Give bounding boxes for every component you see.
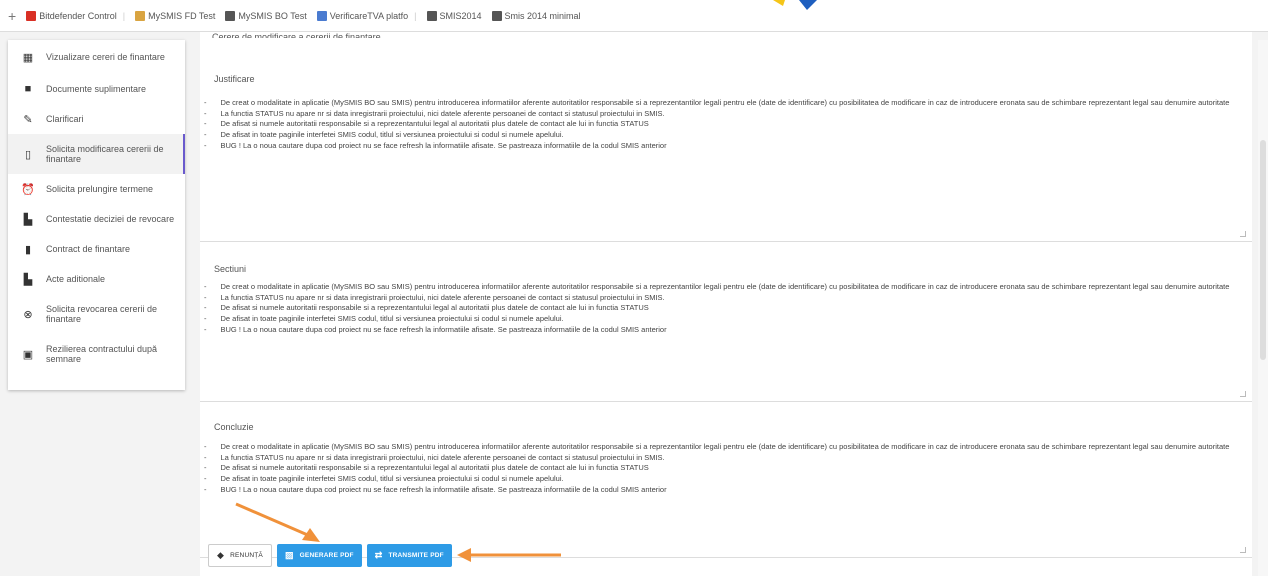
text-line: - La functia STATUS nu apare nr si data i… (204, 108, 665, 118)
sidebar-item-documente[interactable]: ■ Documente suplimentare (8, 74, 185, 104)
contract-icon: ▮ (24, 243, 32, 256)
grid-icon: ▦ (22, 51, 34, 64)
cancel-icon: ⊗ (23, 308, 33, 321)
add-bookmark-icon[interactable]: + (8, 8, 16, 24)
sidebar: ▦ Vizualizare cereri de finantare ■ Docu… (8, 40, 185, 390)
bookmark-item[interactable]: Smis 2014 minimal (491, 10, 581, 21)
bookmark-item[interactable]: SMIS2014 (426, 10, 482, 21)
logo-fragment (773, 0, 817, 10)
resize-handle[interactable] (1240, 391, 1246, 397)
file-plus-icon: ▙ (23, 273, 33, 286)
file-icon: ▙ (23, 213, 33, 226)
text-line: - BUG ! La o noua cautare dupa cod proiec… (204, 484, 667, 494)
sidebar-item-clarificari[interactable]: ✎ Clarificari (8, 104, 185, 134)
section-header-fragment: Cerere de modificare a cererii de finant… (212, 32, 381, 38)
page-icon (225, 10, 236, 21)
sidebar-item-revocarea[interactable]: ⊗ Solicita revocarea cererii de finantar… (8, 294, 185, 334)
text-line: - De afisat in toate paginile interfetei … (204, 130, 564, 140)
text-line: - De afisat in toate paginile interfetei … (204, 314, 564, 324)
document-icon: ■ (24, 83, 32, 95)
text-line: - De creat o modalitate in aplicatie (MyS… (204, 442, 1230, 451)
transfer-icon: ⇄ (374, 550, 383, 560)
edit-icon: ✎ (23, 113, 33, 126)
bookmark-item[interactable]: MySMIS FD Test (135, 10, 215, 21)
section-concluzie[interactable]: Concluzie - De creat o modalitate in apli… (200, 402, 1252, 558)
text-line: - De creat o modalitate in aplicatie (MyS… (204, 282, 1230, 291)
scroll-thumb[interactable] (1260, 140, 1266, 360)
bookmarks-bar: + Bitdefender Control | MySMIS FD Test My… (0, 0, 1268, 32)
resize-handle[interactable] (1240, 547, 1246, 553)
text-line: - De afisat in toate paginile interfetei … (204, 474, 564, 484)
concluzie-textarea[interactable]: - De creat o modalitate in aplicatie (MyS… (204, 442, 1236, 496)
sectiuni-textarea[interactable]: - De creat o modalitate in aplicatie (MyS… (204, 282, 1236, 336)
bitdefender-icon (26, 10, 37, 21)
file-edit-icon: ▯ (24, 148, 32, 161)
bookmark-item[interactable]: Bitdefender Control | (26, 10, 125, 21)
sidebar-item-acte[interactable]: ▙ Acte aditionale (8, 264, 185, 294)
arrow-left-icon: ◆ (217, 550, 225, 560)
pdf-icon: ▨ (284, 550, 294, 560)
sidebar-item-contract[interactable]: ▮ Contract de finantare (8, 234, 185, 264)
text-line: - La functia STATUS nu apare nr si data i… (204, 452, 665, 462)
transmit-pdf-button[interactable]: ⇄ TRANSMITE PDF (366, 544, 452, 567)
text-line: - De afisat si numele autoritatii respons… (204, 119, 649, 129)
section-title: Justificare (214, 74, 255, 84)
main-content: Cerere de modificare a cererii de finant… (200, 32, 1252, 576)
sidebar-item-prelungire[interactable]: ⏰ Solicita prelungire termene (8, 174, 185, 204)
section-title: Concluzie (214, 422, 254, 432)
page-scrollbar[interactable] (1258, 40, 1268, 576)
section-sectiuni[interactable]: Sectiuni - De creat o modalitate in aplic… (200, 242, 1252, 402)
section-title: Sectiuni (214, 264, 247, 274)
page-icon (491, 10, 502, 21)
text-line: - De afisat si numele autoritatii respons… (204, 463, 649, 473)
site-icon (135, 10, 146, 21)
text-line: - BUG ! La o noua cautare dupa cod proiec… (204, 140, 667, 150)
annotation-arrow-down (235, 502, 320, 542)
bookmark-item[interactable]: VerificareTVA platfo | (316, 10, 417, 21)
site-icon (316, 10, 327, 21)
page-icon (426, 10, 437, 21)
alarm-icon: ⏰ (21, 183, 35, 196)
bookmark-item[interactable]: MySMIS BO Test (225, 10, 307, 21)
text-line: - De creat o modalitate in aplicatie (MyS… (204, 98, 1230, 107)
text-line: - La functia STATUS nu apare nr si data i… (204, 292, 665, 302)
section-justificare[interactable]: Justificare - De creat o modalitate in ap… (200, 42, 1252, 242)
resize-handle[interactable] (1240, 231, 1246, 237)
sidebar-item-solicita-modificarea[interactable]: ▯ Solicita modificarea cererii de finant… (8, 134, 185, 174)
sidebar-item-contestatie[interactable]: ▙ Contestatie deciziei de revocare (8, 204, 185, 234)
terminate-icon: ▣ (22, 348, 34, 361)
annotation-arrow-left (457, 548, 561, 562)
text-line: - BUG ! La o noua cautare dupa cod proiec… (204, 324, 667, 334)
text-line: - De afisat si numele autoritatii respons… (204, 303, 649, 313)
justificare-textarea[interactable]: - De creat o modalitate in aplicatie (MyS… (204, 98, 1236, 152)
sidebar-item-vizualizare[interactable]: ▦ Vizualizare cereri de finantare (8, 40, 185, 74)
sidebar-item-rezilierea[interactable]: ▣ Rezilierea contractului după semnare (8, 334, 185, 374)
